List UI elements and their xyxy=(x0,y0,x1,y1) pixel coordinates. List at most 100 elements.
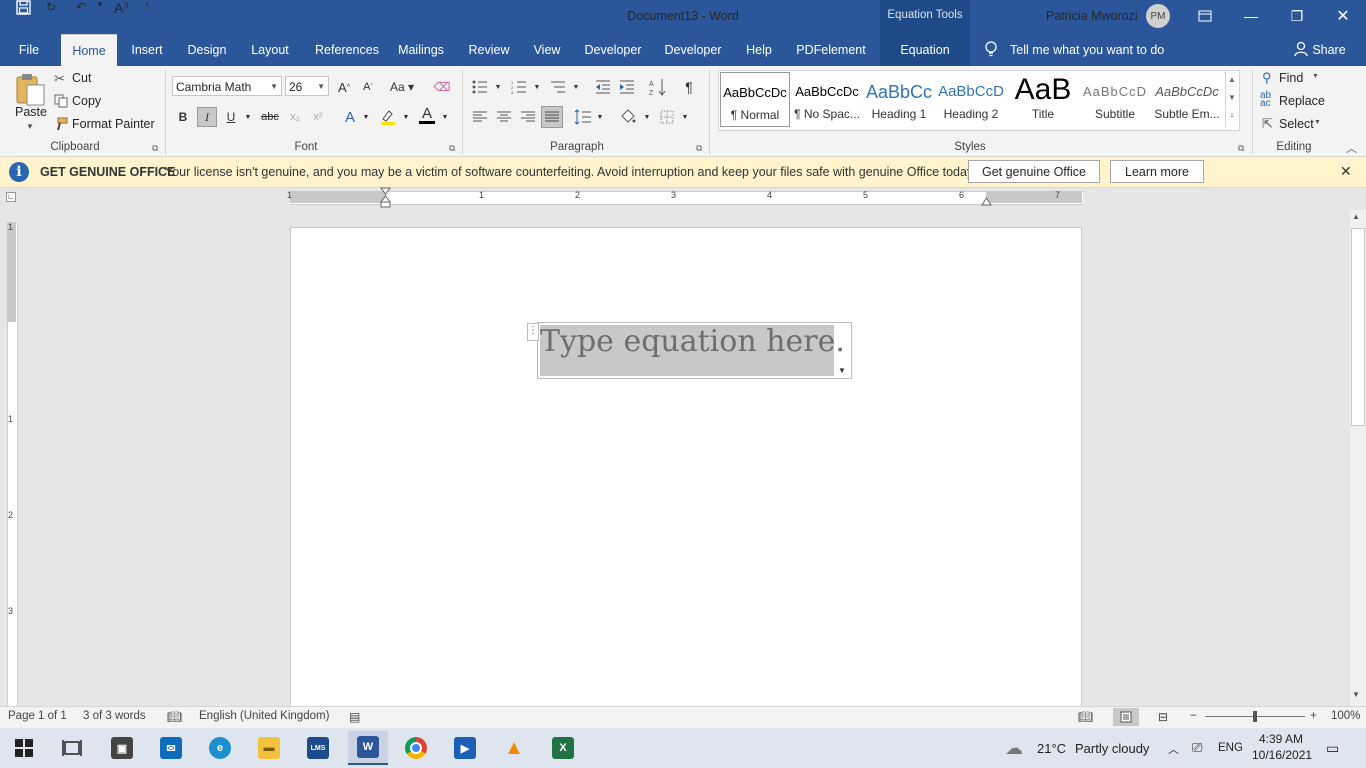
font-launcher-icon[interactable]: ⧉ xyxy=(449,143,455,154)
numbering-dropdown-icon[interactable]: ▼ xyxy=(527,77,547,97)
proofing-icon[interactable]: 📖︎ xyxy=(167,710,182,724)
store-icon[interactable]: ▣ xyxy=(104,731,140,765)
paragraph-launcher-icon[interactable]: ⧉ xyxy=(696,143,702,154)
style-heading-1[interactable]: AaBbCc Heading 1 xyxy=(864,72,934,127)
multilevel-list-icon[interactable] xyxy=(548,77,568,97)
excel-icon[interactable]: X xyxy=(545,731,581,765)
scroll-up-arrow-icon[interactable]: ▲ xyxy=(1352,212,1360,221)
word-taskbar-icon[interactable]: W xyxy=(348,731,388,765)
notifications-icon[interactable]: ▭ xyxy=(1326,740,1339,757)
superscript-icon[interactable]: x² xyxy=(308,107,328,127)
tab-equation[interactable]: Equation xyxy=(880,34,970,66)
clear-formatting-icon[interactable]: ⌫ xyxy=(432,77,452,97)
italic-icon[interactable]: I xyxy=(197,107,217,127)
select-button[interactable]: Select xyxy=(1279,117,1314,131)
clipboard-launcher-icon[interactable]: ⧉ xyxy=(152,143,158,154)
highlight-icon[interactable] xyxy=(378,107,398,127)
borders-dropdown-icon[interactable]: ▼ xyxy=(675,107,695,127)
align-left-icon[interactable] xyxy=(470,107,490,127)
align-right-icon[interactable] xyxy=(518,107,538,127)
style-subtle-emphasis[interactable]: AaBbCcDc Subtle Em... xyxy=(1152,72,1222,127)
language-indicator[interactable]: English (United Kingdom) xyxy=(199,710,329,722)
find-button[interactable]: Find xyxy=(1279,71,1303,85)
strikethrough-icon[interactable]: abc xyxy=(260,107,280,127)
close-button[interactable]: ✕ xyxy=(1320,0,1366,32)
right-indent-marker-icon[interactable] xyxy=(981,195,992,209)
vlc-icon[interactable]: ▲ xyxy=(496,731,532,765)
tab-review[interactable]: Review xyxy=(464,34,514,66)
tab-developer-2[interactable]: Developer xyxy=(660,34,726,66)
edge-icon[interactable]: e xyxy=(202,731,238,765)
tab-references[interactable]: References xyxy=(308,34,386,66)
more-styles-icon[interactable]: ⩡ xyxy=(1226,107,1238,125)
zoom-slider-thumb[interactable] xyxy=(1253,711,1257,722)
shading-dropdown-icon[interactable]: ▼ xyxy=(637,107,657,127)
print-layout-icon[interactable] xyxy=(1113,708,1139,726)
weather-temp[interactable]: 21°C xyxy=(1037,741,1066,756)
font-color-icon[interactable]: A xyxy=(417,105,437,125)
close-icon[interactable]: ✕ xyxy=(1340,163,1352,180)
shading-icon[interactable] xyxy=(618,107,638,127)
tab-help[interactable]: Help xyxy=(740,34,778,66)
file-explorer-icon[interactable]: ▬ xyxy=(251,731,287,765)
tab-pdfelement[interactable]: PDFelement xyxy=(792,34,870,66)
tab-selector-icon[interactable]: ∟ xyxy=(6,192,16,202)
zoom-level[interactable]: 100% xyxy=(1331,710,1360,722)
style-heading-2[interactable]: AaBbCcD Heading 2 xyxy=(936,72,1006,127)
change-case-icon[interactable]: Aa ▾ xyxy=(386,77,418,97)
word-count[interactable]: 3 of 3 words xyxy=(83,710,146,722)
multilevel-dropdown-icon[interactable]: ▼ xyxy=(566,77,586,97)
user-name[interactable]: Patricia Mworozi xyxy=(1046,9,1138,23)
increase-indent-icon[interactable] xyxy=(617,77,637,97)
tab-developer[interactable]: Developer xyxy=(580,34,646,66)
weather-icon[interactable]: ☁ xyxy=(1005,738,1023,759)
tab-insert[interactable]: Insert xyxy=(125,34,169,66)
weather-desc[interactable]: Partly cloudy xyxy=(1075,741,1149,756)
tab-view[interactable]: View xyxy=(528,34,566,66)
minimize-button[interactable]: — xyxy=(1228,0,1274,32)
bullets-dropdown-icon[interactable]: ▼ xyxy=(488,77,508,97)
tell-me-search[interactable]: Tell me what you want to do xyxy=(1010,34,1170,66)
scrollbar-thumb[interactable] xyxy=(1351,228,1365,426)
show-formatting-marks-icon[interactable]: ¶ xyxy=(679,77,699,97)
document-page[interactable] xyxy=(290,227,1082,717)
styles-scroll[interactable]: ▲ ▼ ⩡ xyxy=(1225,71,1238,128)
input-language[interactable]: ENG xyxy=(1218,742,1243,754)
replace-button[interactable]: Replace xyxy=(1279,94,1325,108)
cut-button[interactable]: Cut xyxy=(72,71,91,85)
page-count[interactable]: Page 1 of 1 xyxy=(8,710,67,722)
scroll-down-arrow-icon[interactable]: ▼ xyxy=(1352,690,1360,699)
justify-icon[interactable] xyxy=(541,106,563,128)
show-hidden-icons-icon[interactable]: ︿ xyxy=(1168,741,1179,757)
undo-dropdown-icon[interactable]: ▼ xyxy=(96,0,110,9)
bullets-icon[interactable] xyxy=(470,77,490,97)
get-genuine-office-button[interactable]: Get genuine Office xyxy=(968,160,1100,183)
sort-icon[interactable]: AZ xyxy=(648,77,668,97)
collapse-ribbon-icon[interactable]: ︿ xyxy=(1346,140,1357,156)
chrome-icon[interactable] xyxy=(398,731,434,765)
learn-more-button[interactable]: Learn more xyxy=(1110,160,1204,183)
find-dropdown-icon[interactable]: ▼ xyxy=(1312,73,1319,80)
shrink-font-icon[interactable]: Aˇ xyxy=(358,77,378,97)
paste-button[interactable]: Paste xyxy=(15,105,47,119)
mail-icon[interactable]: ✉ xyxy=(153,731,189,765)
text-effects-dropdown-icon[interactable]: ▼ xyxy=(356,107,376,127)
line-spacing-dropdown-icon[interactable]: ▼ xyxy=(590,107,610,127)
subscript-icon[interactable]: x₂ xyxy=(285,107,305,127)
font-size-combo[interactable]: 26 ▼ xyxy=(285,76,329,96)
paste-icon[interactable] xyxy=(14,72,46,109)
style-normal[interactable]: AaBbCcDc ¶ Normal xyxy=(720,72,790,127)
equation-placeholder[interactable]: Type equation here. xyxy=(540,324,845,359)
tab-mailings[interactable]: Mailings xyxy=(394,34,448,66)
zoom-in-icon[interactable]: + xyxy=(1310,710,1317,722)
copy-button[interactable]: Copy xyxy=(72,94,101,108)
numbering-icon[interactable]: 123 xyxy=(509,77,529,97)
zoom-out-icon[interactable]: − xyxy=(1190,710,1197,722)
format-painter-button[interactable]: Format Painter xyxy=(72,117,155,131)
bold-icon[interactable]: B xyxy=(173,107,193,127)
ribbon-display-options-icon[interactable] xyxy=(1182,0,1228,32)
horizontal-ruler[interactable] xyxy=(290,191,1083,205)
indent-marker-icon[interactable] xyxy=(380,187,391,212)
avatar[interactable]: PM xyxy=(1146,4,1170,28)
restore-button[interactable]: ❐ xyxy=(1274,0,1320,32)
